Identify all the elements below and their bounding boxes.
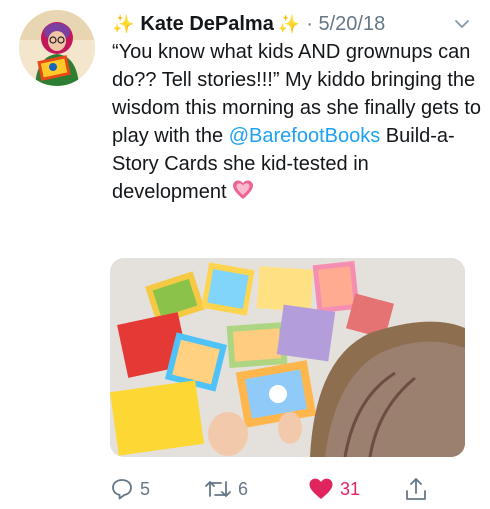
- share-icon: [406, 478, 426, 500]
- reply-button[interactable]: 5: [110, 474, 150, 504]
- avatar-image: [19, 10, 95, 86]
- retweet-count: 6: [238, 478, 249, 499]
- mention-link[interactable]: @BarefootBooks: [229, 125, 381, 147]
- growing-heart-icon: [232, 179, 254, 209]
- share-button[interactable]: [404, 474, 434, 504]
- tweet-header: ✨ Kate DePalma ✨ · 5/20/18: [112, 10, 472, 38]
- sparkles-icon: ✨: [277, 13, 301, 34]
- like-count: 31: [340, 478, 361, 499]
- sparkles-icon: ✨: [112, 13, 135, 34]
- heart-icon: [309, 478, 333, 499]
- chevron-down-icon[interactable]: [452, 14, 472, 34]
- action-bar: 5 6 31: [110, 474, 470, 504]
- photo-image: [110, 258, 465, 457]
- retweet-icon: [205, 481, 231, 497]
- reply-icon: [112, 479, 132, 500]
- tweet-date-value[interactable]: 5/20/18: [318, 13, 385, 35]
- like-button[interactable]: 31: [308, 474, 360, 504]
- tweet: ✨ Kate DePalma ✨ · 5/20/18 “You know wha…: [0, 0, 490, 509]
- reply-count: 5: [140, 478, 151, 499]
- tweet-date[interactable]: · 5/20/18: [306, 13, 385, 36]
- retweet-button[interactable]: 6: [204, 474, 248, 504]
- display-name[interactable]: Kate DePalma: [140, 13, 273, 36]
- tweet-text: “You know what kids AND grownups can do?…: [112, 38, 482, 209]
- avatar[interactable]: [19, 10, 95, 86]
- tweet-photo[interactable]: [110, 258, 465, 457]
